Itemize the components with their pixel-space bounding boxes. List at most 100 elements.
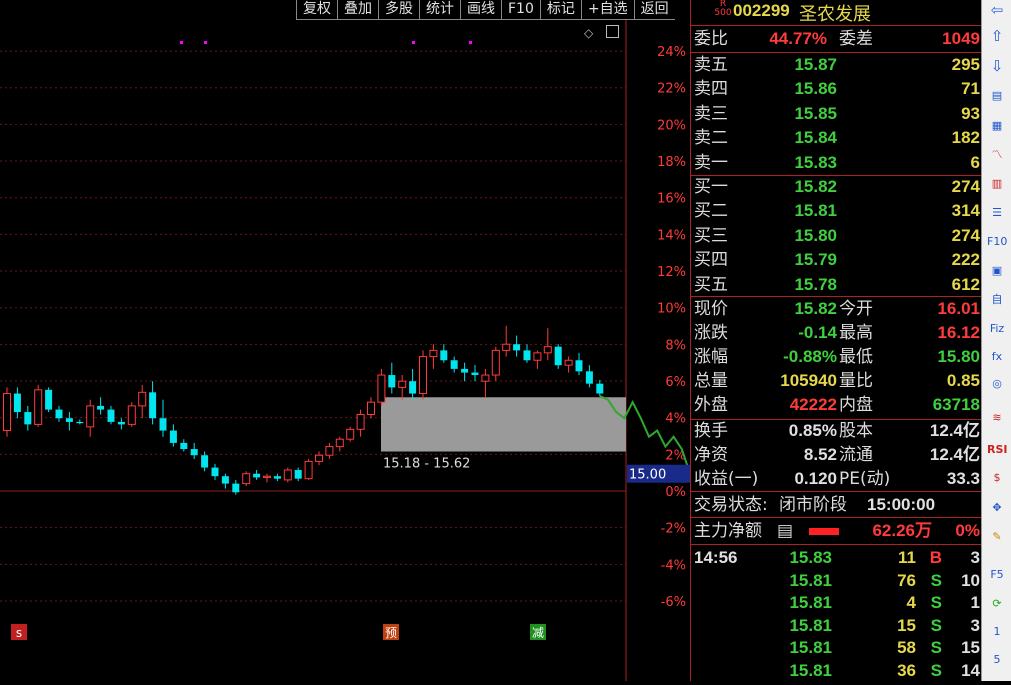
toolbar-button-4[interactable]: 画线 (460, 0, 501, 20)
ask-price: 15.84 (794, 128, 837, 148)
pct-label: -2% (661, 522, 686, 537)
ask-row: 卖五 15.87 295 (691, 54, 982, 76)
toolbar-button-6[interactable]: 标记 (539, 0, 581, 20)
news-icon[interactable]: ▣ (987, 261, 1007, 281)
tick-side: S (930, 570, 942, 590)
candle-body (242, 473, 251, 485)
stat-label: 现价 (694, 299, 728, 319)
candle-body (117, 421, 125, 425)
tick-volume: 15 (897, 615, 916, 635)
pct-label: 12% (657, 265, 686, 280)
self-icon[interactable]: 自 (987, 290, 1007, 310)
bid-price: 15.80 (794, 225, 837, 245)
candle-body (388, 375, 396, 388)
bid-volume: 612 (951, 274, 980, 294)
grid-icon[interactable]: ▦ (987, 116, 1007, 136)
quote-stat-row: 涨跌 -0.14 最高 16.12 (691, 322, 982, 344)
formula-icon[interactable]: fx (987, 347, 1007, 367)
ask-volume: 71 (961, 79, 980, 99)
pencil-icon[interactable]: ✎ (987, 527, 1007, 547)
fund-label: PE(动) (839, 469, 891, 489)
candle-body (377, 374, 386, 403)
window-toggle-icon[interactable] (606, 25, 619, 38)
refresh-icon[interactable]: ⟳ (987, 594, 1007, 614)
bid-label: 买五 (694, 274, 728, 295)
arrow-left-icon[interactable]: ⇦ (987, 0, 1007, 20)
stat-value: 16.12 (937, 323, 980, 342)
pct-label: 24% (657, 45, 686, 60)
line-chart-icon[interactable]: 〽 (987, 145, 1007, 165)
move-icon[interactable]: ✥ (987, 498, 1007, 518)
ask-label: 卖三 (694, 103, 728, 124)
mainflow-menu-icon[interactable]: ▤ (777, 520, 793, 542)
doc-icon[interactable]: ☰ (987, 203, 1007, 223)
mainflow-value: 62.26万 (872, 521, 932, 540)
kline-chart[interactable]: 26%24%22%20%18%16%14%12%10%8%6%4%2%0%-2%… (0, 8, 708, 681)
tick-count: 3 (970, 615, 980, 635)
candle-body (543, 346, 552, 354)
price-zone (381, 397, 626, 452)
tick-row: 15.81 76 S 10 (691, 570, 982, 592)
candle-body (356, 414, 365, 430)
toolbar-button-1[interactable]: 叠加 (337, 0, 378, 20)
stat-value: 16.01 (937, 299, 980, 318)
candle-body (86, 405, 95, 428)
candle-body (55, 409, 63, 419)
candle-icon[interactable]: ▥ (987, 174, 1007, 194)
diamond-icon[interactable]: ◇ (584, 26, 593, 40)
mainflow-bar (809, 528, 839, 535)
circle-icon[interactable]: ◎ (987, 374, 1007, 394)
bid-row: 买三 15.80 274 (691, 225, 982, 247)
list-icon[interactable]: ▤ (987, 86, 1007, 106)
stat-label: 最低 (839, 347, 873, 367)
status-label: 交易状态: (694, 495, 768, 515)
candle-body (491, 349, 500, 376)
candle-body (283, 469, 292, 481)
ask-price: 15.83 (794, 152, 837, 172)
quote-stat-row: 外盘 42222 内盘 63718 (691, 394, 982, 416)
dollar-icon[interactable]: $ (987, 468, 1007, 488)
tick-count: 10 (961, 570, 980, 590)
candle-body (596, 383, 604, 394)
candle-body (502, 343, 511, 351)
candle-body (564, 359, 573, 366)
pct-label: 18% (657, 155, 686, 170)
toolbar-button-2[interactable]: 多股 (378, 0, 419, 20)
arrow-up-icon[interactable]: ⇧ (987, 26, 1007, 46)
candle-body (221, 476, 229, 484)
tick-count: 3 (970, 548, 980, 567)
pct-label: 14% (657, 228, 686, 243)
tick-price: 15.83 (789, 548, 832, 567)
main-flow-row: 主力净额 ▤ 62.26万 0% (691, 520, 982, 542)
ask-volume: 93 (961, 103, 980, 123)
f10-icon[interactable]: F10 (987, 232, 1007, 252)
stat-label: 涨跌 (694, 323, 728, 343)
five-icon[interactable]: 5 (987, 650, 1007, 670)
pct-label: 16% (657, 192, 686, 207)
pct-label: 20% (657, 118, 686, 133)
arrow-down-icon[interactable]: ⇩ (987, 56, 1007, 76)
mainflow-pct: 0% (955, 521, 980, 540)
candle-body (13, 393, 21, 413)
fund-value: 12.4亿 (929, 421, 980, 440)
stat-label: 最高 (839, 323, 873, 343)
ask-row: 卖二 15.84 182 (691, 127, 982, 149)
tick-count: 14 (961, 660, 980, 680)
wave-icon[interactable]: ≋ (987, 408, 1007, 428)
one-icon[interactable]: 1 (987, 622, 1007, 642)
toolbar-button-3[interactable]: 统计 (419, 0, 460, 20)
toolbar-button-5[interactable]: F10 (501, 0, 540, 20)
rsi-icon[interactable]: RSI (987, 440, 1008, 460)
toolbar-button-7[interactable]: +自选 (580, 0, 634, 20)
candle-body (554, 346, 562, 366)
fund-value: 33.3 (946, 469, 980, 488)
toolbar-button-8[interactable]: 返回 (633, 0, 675, 20)
candle-body (523, 350, 531, 361)
f5-icon[interactable]: F5 (987, 565, 1007, 585)
tick-side: S (930, 638, 942, 657)
pct-label: 0% (665, 485, 686, 500)
tick-side: S (930, 660, 942, 680)
fiz-icon[interactable]: Fiz (987, 319, 1007, 339)
candle-body (575, 360, 583, 372)
toolbar-button-0[interactable]: 复权 (296, 0, 337, 20)
